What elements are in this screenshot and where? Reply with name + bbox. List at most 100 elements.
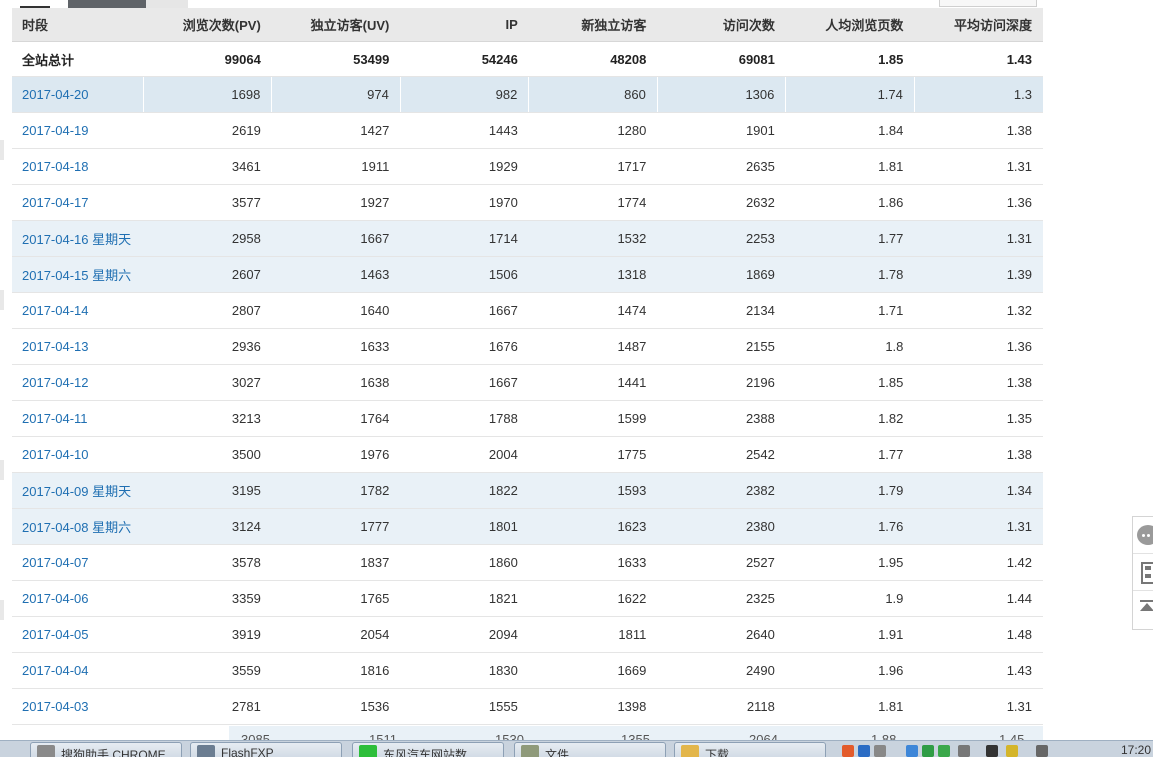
header-pv[interactable]: 浏览次数(PV)	[143, 8, 272, 42]
tray-icon[interactable]	[874, 745, 886, 757]
date-link[interactable]: 2017-04-18	[22, 159, 89, 174]
row-visits: 1306	[656, 76, 786, 113]
header-pages-per-visitor[interactable]: 人均浏览页数	[785, 8, 915, 42]
date-link[interactable]: 2017-04-09	[22, 484, 89, 499]
date-link[interactable]: 2017-04-05	[22, 627, 89, 642]
date-link[interactable]: 2017-04-08	[22, 520, 89, 535]
chat-button[interactable]	[1133, 517, 1153, 554]
row-visits: 2325	[657, 580, 786, 617]
weekday-label: 星期六	[92, 520, 132, 535]
taskbar-item[interactable]: 文件	[514, 742, 666, 757]
row-new-visitors: 1633	[528, 544, 658, 581]
row-uv: 1633	[271, 328, 401, 365]
stats-page: 时段 浏览次数(PV) 独立访客(UV) IP 新独立访客 访问次数 人均浏览页…	[0, 0, 1153, 757]
row-visits: 2640	[657, 616, 786, 653]
table-row: 2017-04-03 2781 1536 1555 1398 2118 1.81 1.31	[12, 688, 1043, 725]
row-visits: 2632	[657, 184, 786, 221]
search-input[interactable]	[939, 0, 1037, 7]
row-pv: 3578	[143, 544, 272, 581]
date-link[interactable]: 2017-04-15	[22, 268, 89, 283]
row-pages-per-visitor: 1.8	[785, 328, 915, 365]
taskbar-item[interactable]: 下载	[674, 742, 826, 757]
header-uv[interactable]: 独立访客(UV)	[271, 8, 401, 42]
row-pages-per-visitor: 1.91	[785, 616, 915, 653]
app-icon	[37, 745, 55, 757]
tray-icon[interactable]	[986, 745, 998, 757]
page-edge-mark	[0, 140, 4, 160]
row-uv: 974	[271, 76, 401, 113]
row-ip: 1506	[400, 256, 529, 293]
header-avg-depth[interactable]: 平均访问深度	[914, 8, 1043, 42]
row-ip: 1929	[400, 148, 529, 185]
table-row: 2017-04-11 3213 1764 1788 1599 2388 1.82 1.35	[12, 400, 1043, 437]
date-link[interactable]: 2017-04-07	[22, 555, 89, 570]
tray-icon[interactable]	[958, 745, 970, 757]
date-link[interactable]: 2017-04-14	[22, 303, 89, 318]
row-uv: 2054	[271, 616, 401, 653]
row-avg-depth: 1.38	[914, 364, 1043, 401]
row-ip: 1676	[400, 328, 529, 365]
row-uv: 1638	[271, 364, 401, 401]
date-link[interactable]: 2017-04-20	[22, 87, 89, 102]
tray-icon[interactable]	[1036, 745, 1048, 757]
date-link[interactable]: 2017-04-04	[22, 663, 89, 678]
tab-other[interactable]	[146, 0, 188, 8]
date-link[interactable]: 2017-04-19	[22, 123, 89, 138]
header-visits[interactable]: 访问次数	[657, 8, 786, 42]
tray-icon[interactable]	[906, 745, 918, 757]
header-new-visitors[interactable]: 新独立访客	[528, 8, 658, 42]
row-uv: 1837	[271, 544, 401, 581]
tray-icon[interactable]	[1006, 745, 1018, 757]
row-new-visitors: 1599	[528, 400, 658, 437]
qr-code-button[interactable]	[1133, 554, 1153, 591]
row-pages-per-visitor: 1.77	[785, 436, 915, 473]
date-link[interactable]: 2017-04-11	[22, 411, 88, 426]
date-link[interactable]: 2017-04-06	[22, 591, 89, 606]
taskbar-item[interactable]: 东风汽车网站数	[352, 742, 504, 757]
back-to-top-button[interactable]	[1133, 591, 1153, 627]
table-row: 2017-04-17 3577 1927 1970 1774 2632 1.86 1.36	[12, 184, 1043, 221]
tray-icon[interactable]	[842, 745, 854, 757]
date-link[interactable]: 2017-04-13	[22, 339, 89, 354]
table-row: 2017-04-14 2807 1640 1667 1474 2134 1.71 1.32	[12, 292, 1043, 329]
row-avg-depth: 1.34	[914, 472, 1043, 509]
table-row: 2017-04-15 星期六 2607 1463 1506 1318 1869 1.78 1.…	[12, 256, 1043, 293]
row-uv: 1777	[271, 508, 401, 545]
row-new-visitors: 1774	[528, 184, 658, 221]
table-row: 2017-04-05 3919 2054 2094 1811 2640 1.91 1.48	[12, 616, 1043, 653]
row-date-cell: 2017-04-17	[12, 184, 144, 221]
stats-table-container: 时段 浏览次数(PV) 独立访客(UV) IP 新独立访客 访问次数 人均浏览页…	[12, 8, 1043, 725]
clock[interactable]: 17:20	[1121, 743, 1151, 757]
row-pv: 2607	[143, 256, 272, 293]
row-date-cell: 2017-04-08 星期六	[12, 508, 144, 545]
row-ip: 1667	[400, 292, 529, 329]
tray-icon[interactable]	[938, 745, 950, 757]
tab-summary[interactable]	[20, 0, 50, 8]
row-avg-depth: 1.48	[914, 616, 1043, 653]
date-link[interactable]: 2017-04-12	[22, 375, 89, 390]
row-uv: 1640	[271, 292, 401, 329]
row-pages-per-visitor: 1.95	[785, 544, 915, 581]
row-pv: 2781	[143, 688, 272, 725]
row-date-cell: 2017-04-12	[12, 364, 144, 401]
tray-icon[interactable]	[858, 745, 870, 757]
date-link[interactable]: 2017-04-17	[22, 195, 89, 210]
row-avg-depth: 1.38	[914, 436, 1043, 473]
table-row: 2017-04-20 1698 974 982 860 1306 1.74 1.3	[12, 76, 1043, 113]
date-link[interactable]: 2017-04-03	[22, 699, 89, 714]
tray-icon[interactable]	[922, 745, 934, 757]
row-date-cell: 2017-04-20	[12, 76, 144, 113]
date-link[interactable]: 2017-04-16	[22, 232, 89, 247]
folder-icon	[681, 745, 699, 757]
taskbar-item[interactable]: FlashFXP	[190, 742, 342, 757]
tab-active[interactable]	[68, 0, 146, 8]
date-link[interactable]: 2017-04-10	[22, 447, 89, 462]
header-period[interactable]: 时段	[12, 8, 144, 42]
row-visits: 2253	[657, 220, 786, 257]
taskbar-item[interactable]: 搜狗助手 CHROME	[30, 742, 182, 757]
row-pages-per-visitor: 1.78	[785, 256, 915, 293]
row-pv: 3919	[143, 616, 272, 653]
page-edge-mark	[0, 290, 4, 310]
row-avg-depth: 1.35	[914, 400, 1043, 437]
header-ip[interactable]: IP	[400, 8, 529, 42]
